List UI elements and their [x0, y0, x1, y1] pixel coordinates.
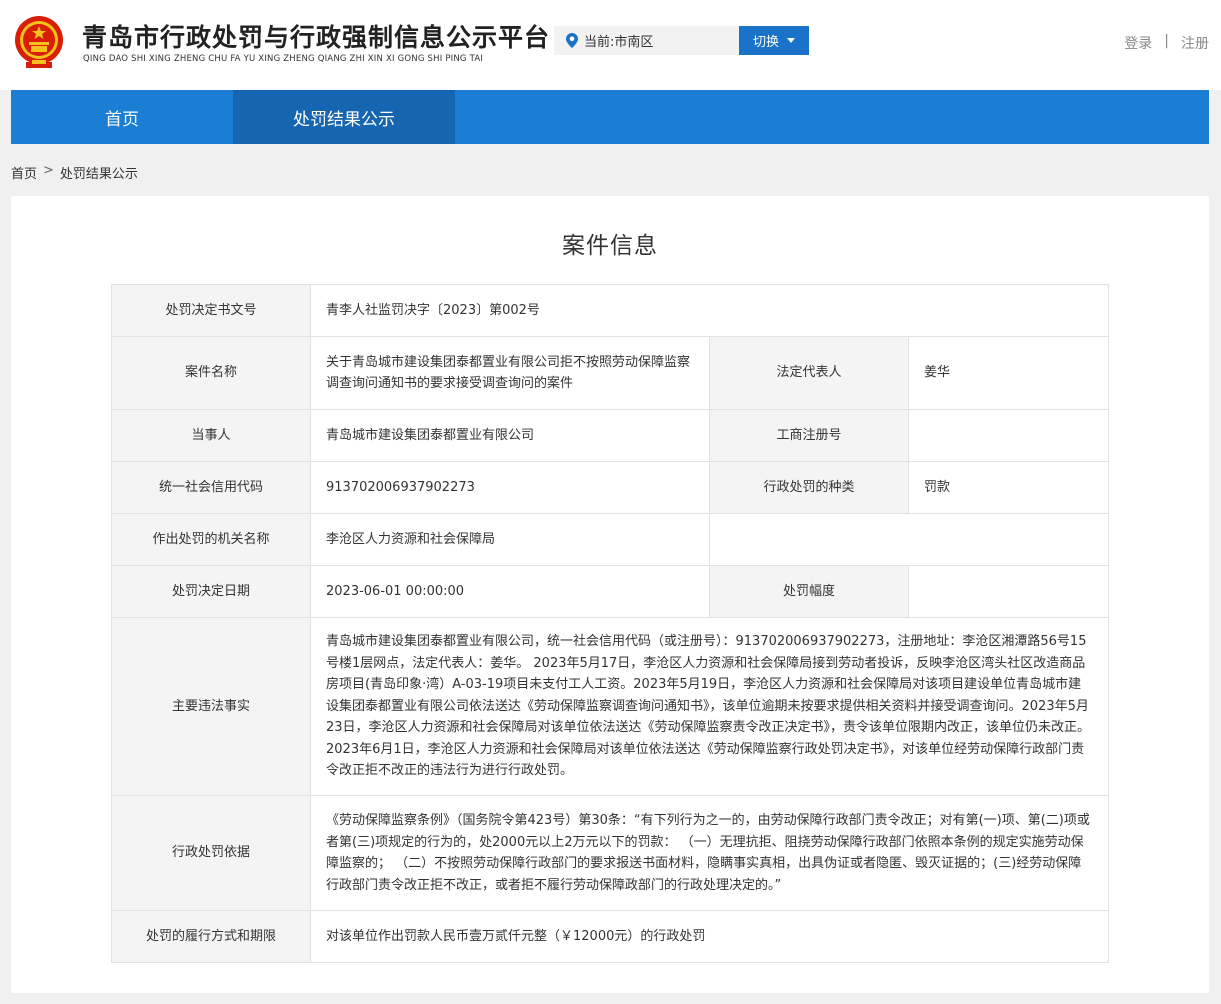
case-name-label: 案件名称 [111, 336, 311, 410]
table-row: 处罚决定日期 2023-06-01 00:00:00 处罚幅度 [111, 565, 1109, 618]
case-name-value: 关于青岛城市建设集团泰都置业有限公司拒不按照劳动保障监察调查询问通知书的要求接受… [310, 336, 710, 410]
table-row: 行政处罚依据 《劳动保障监察条例》（国务院令第423号）第30条：“有下列行为之… [111, 795, 1109, 911]
table-row: 当事人 青岛城市建设集团泰都置业有限公司 工商注册号 [111, 409, 1109, 462]
breadcrumb: 首页 > 处罚结果公示 [11, 163, 138, 182]
case-info-table: 处罚决定书文号 青李人社监罚决字〔2023〕第002号 案件名称 关于青岛城市建… [111, 284, 1109, 963]
caret-down-icon [787, 38, 795, 43]
legal-rep-value: 姜华 [908, 336, 1109, 410]
basis-label: 行政处罚依据 [111, 795, 311, 911]
biz-reg-label: 工商注册号 [709, 409, 909, 462]
credit-code-label: 统一社会信用代码 [111, 461, 311, 514]
auth-links: 登录 | 注册 [1124, 33, 1209, 53]
penalty-range-label: 处罚幅度 [709, 565, 909, 618]
nav-item-home[interactable]: 首页 [11, 90, 233, 144]
authority-value: 李沧区人力资源和社会保障局 [310, 513, 710, 566]
execution-label: 处罚的履行方式和期限 [111, 910, 311, 963]
table-row: 案件名称 关于青岛城市建设集团泰都置业有限公司拒不按照劳动保障监察调查询问通知书… [111, 336, 1109, 410]
site-header: 青岛市行政处罚与行政强制信息公示平台 QING DAO SHI XING ZHE… [0, 0, 1221, 90]
party-value: 青岛城市建设集团泰都置业有限公司 [310, 409, 710, 462]
page-title: 案件信息 [562, 233, 658, 259]
facts-value: 青岛城市建设集团泰都置业有限公司，统一社会信用代码（或注册号）：91370200… [310, 617, 1109, 796]
breadcrumb-current: 处罚结果公示 [59, 167, 138, 182]
facts-label: 主要违法事实 [111, 617, 311, 796]
biz-reg-value [908, 409, 1109, 462]
nav-item-penalty-results[interactable]: 处罚结果公示 [233, 90, 455, 144]
case-info-panel: 案件信息 处罚决定书文号 青李人社监罚决字〔2023〕第002号 案件名称 关于… [11, 196, 1209, 993]
decision-date-value: 2023-06-01 00:00:00 [310, 565, 710, 618]
doc-no-label: 处罚决定书文号 [111, 284, 311, 337]
breadcrumb-home[interactable]: 首页 [11, 163, 37, 182]
auth-divider: | [1164, 33, 1169, 49]
breadcrumb-separator: > [43, 163, 54, 178]
table-row: 处罚决定书文号 青李人社监罚决字〔2023〕第002号 [111, 284, 1109, 337]
login-link[interactable]: 登录 [1124, 33, 1152, 53]
penalty-type-label: 行政处罚的种类 [709, 461, 909, 514]
authority-label: 作出处罚的机关名称 [111, 513, 311, 566]
national-emblem-icon [15, 16, 63, 68]
main-navbar: 首页 处罚结果公示 [11, 90, 1209, 144]
switch-region-button[interactable]: 切换 [739, 26, 809, 55]
switch-label: 切换 [752, 35, 779, 50]
table-row: 作出处罚的机关名称 李沧区人力资源和社会保障局 [111, 513, 1109, 566]
table-row: 主要违法事实 青岛城市建设集团泰都置业有限公司，统一社会信用代码（或注册号）：9… [111, 617, 1109, 796]
location-text: 当前:市南区 [584, 35, 654, 50]
site-pinyin: QING DAO SHI XING ZHENG CHU FA YU XING Z… [83, 54, 484, 64]
site-title: 青岛市行政处罚与行政强制信息公示平台 [82, 23, 551, 52]
penalty-range-value [908, 565, 1109, 618]
register-link[interactable]: 注册 [1181, 33, 1209, 53]
table-row: 处罚的履行方式和期限 对该单位作出罚款人民币壹万贰仟元整（￥12000元）的行政… [111, 910, 1109, 963]
location-display: 当前:市南区 [554, 26, 740, 55]
doc-no-value: 青李人社监罚决字〔2023〕第002号 [310, 284, 1109, 337]
location-pin-icon [566, 33, 578, 48]
party-label: 当事人 [111, 409, 311, 462]
decision-date-label: 处罚决定日期 [111, 565, 311, 618]
execution-value: 对该单位作出罚款人民币壹万贰仟元整（￥12000元）的行政处罚 [310, 910, 1109, 963]
basis-value: 《劳动保障监察条例》（国务院令第423号）第30条：“有下列行为之一的，由劳动保… [310, 795, 1109, 911]
empty-cell [709, 513, 1109, 566]
credit-code-value: 913702006937902273 [310, 461, 710, 514]
legal-rep-label: 法定代表人 [709, 336, 909, 410]
table-row: 统一社会信用代码 913702006937902273 行政处罚的种类 罚款 [111, 461, 1109, 514]
penalty-type-value: 罚款 [908, 461, 1109, 514]
